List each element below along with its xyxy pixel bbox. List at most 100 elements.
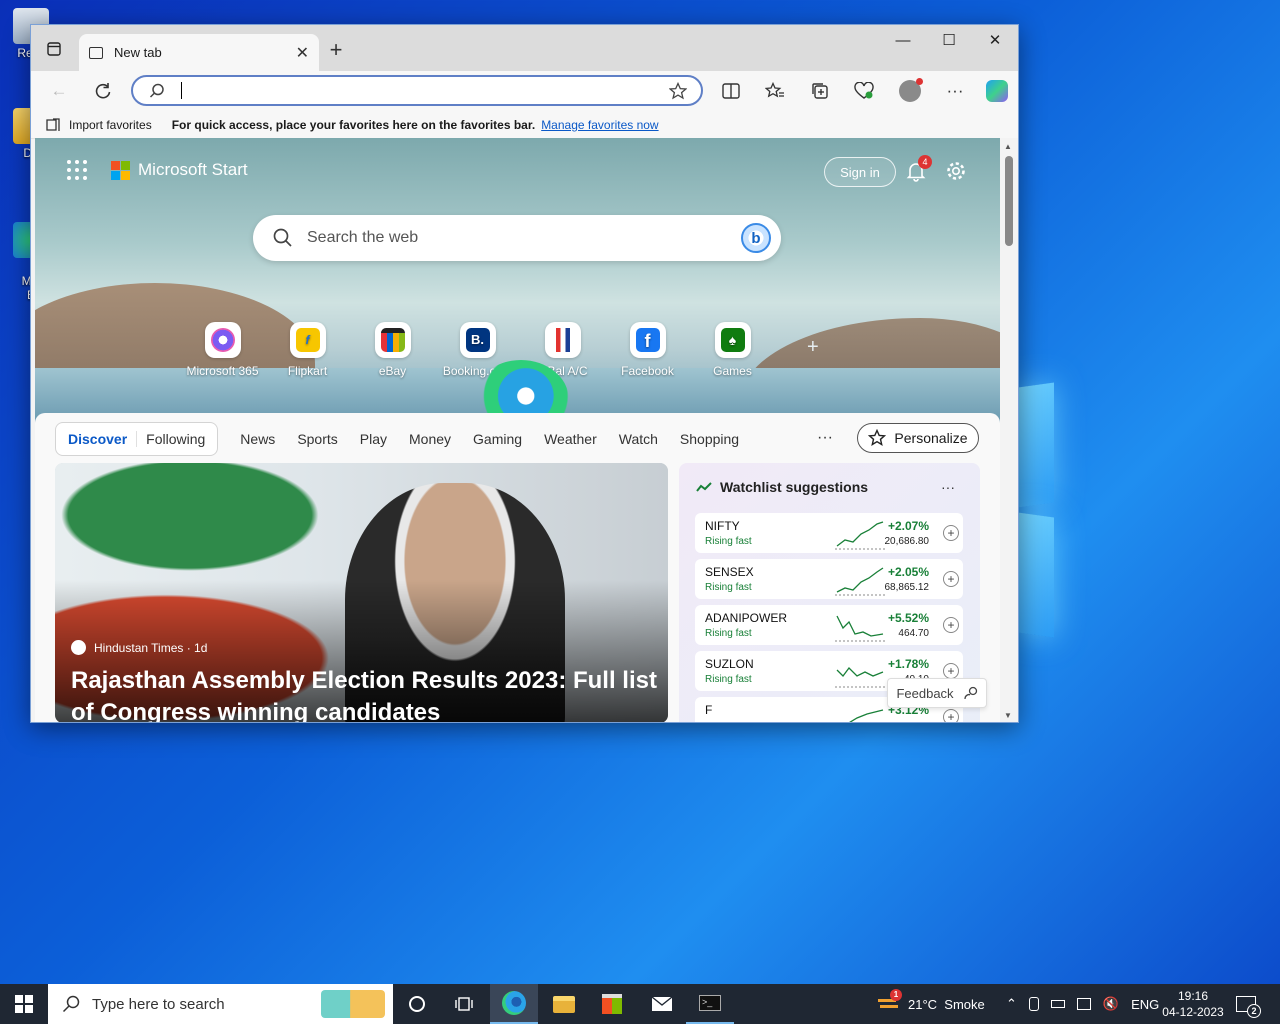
scroll-up-arrow-icon[interactable]: ▲ bbox=[1004, 142, 1012, 151]
favorites-icon bbox=[765, 82, 784, 98]
page-scrollbar[interactable]: ▲ ▼ bbox=[1000, 138, 1018, 722]
quick-link-flipkart[interactable]: f Flipkart bbox=[265, 322, 350, 378]
copilot-icon bbox=[986, 80, 1008, 102]
taskbar-mail[interactable] bbox=[638, 984, 686, 1024]
add-to-watchlist-button[interactable]: + bbox=[943, 571, 959, 587]
personalize-button[interactable]: Personalize bbox=[857, 423, 979, 453]
feedback-button[interactable]: Feedback bbox=[887, 678, 987, 708]
quick-link-games[interactable]: ♠ Games bbox=[690, 322, 775, 378]
weather-widget[interactable]: 1 21°C Smoke bbox=[878, 984, 985, 1024]
browser-essentials-button[interactable] bbox=[850, 77, 878, 105]
story-source: Hindustan Times · 1d bbox=[71, 640, 207, 655]
mail-icon bbox=[651, 996, 673, 1011]
nav-shopping[interactable]: Shopping bbox=[680, 431, 739, 447]
taskbar-terminal[interactable]: >_ bbox=[686, 984, 734, 1024]
stock-status: Rising fast bbox=[705, 628, 752, 639]
manage-favorites-link[interactable]: Manage favorites now bbox=[541, 118, 658, 132]
app-launcher-icon[interactable] bbox=[67, 160, 87, 180]
text-caret bbox=[181, 82, 182, 99]
nav-news[interactable]: News bbox=[240, 431, 275, 447]
favorite-star-icon[interactable] bbox=[669, 82, 687, 100]
feed-nav: Discover Following News Sports Play Mone… bbox=[55, 422, 739, 456]
battery-icon[interactable] bbox=[1050, 1000, 1065, 1008]
nav-sports[interactable]: Sports bbox=[297, 431, 337, 447]
settings-gear-icon[interactable] bbox=[945, 160, 967, 182]
taskbar-edge[interactable] bbox=[490, 984, 538, 1024]
address-bar[interactable] bbox=[131, 75, 703, 106]
watchlist-row[interactable]: SENSEX Rising fast +2.05% 68,865.12 + bbox=[695, 559, 963, 599]
add-to-watchlist-button[interactable]: + bbox=[943, 617, 959, 633]
bank-account-icon bbox=[550, 328, 575, 352]
tab-following[interactable]: Following bbox=[136, 431, 214, 447]
device-icon[interactable] bbox=[1028, 997, 1039, 1011]
tab-actions-icon bbox=[47, 42, 61, 56]
watchlist-more-button[interactable]: ··· bbox=[941, 479, 955, 495]
taskbar-store[interactable] bbox=[588, 984, 636, 1024]
close-window-button[interactable]: ✕ bbox=[972, 25, 1018, 55]
network-icon[interactable] bbox=[1076, 998, 1091, 1010]
nav-gaming[interactable]: Gaming bbox=[473, 431, 522, 447]
top-story-card[interactable]: Hindustan Times · 1d Rajasthan Assembly … bbox=[55, 463, 668, 722]
action-center-button[interactable]: 2 bbox=[1236, 984, 1261, 1024]
stock-status: Rising fast bbox=[705, 674, 752, 685]
refresh-button[interactable] bbox=[89, 77, 117, 105]
settings-more-button[interactable]: ··· bbox=[941, 77, 969, 105]
new-tab-button[interactable]: + bbox=[325, 37, 347, 63]
quick-links: Microsoft 365 f Flipkart eBay B. Booking.c… bbox=[180, 322, 775, 378]
tab-new-tab[interactable]: New tab ✕ bbox=[79, 34, 319, 71]
start-button[interactable] bbox=[0, 984, 48, 1024]
quick-link-ebay[interactable]: eBay bbox=[350, 322, 435, 378]
copilot-button[interactable] bbox=[983, 77, 1011, 105]
nav-money[interactable]: Money bbox=[409, 431, 451, 447]
story-title[interactable]: Rajasthan Assembly Election Results 2023… bbox=[71, 665, 661, 722]
split-screen-button[interactable] bbox=[717, 77, 745, 105]
tab-actions-button[interactable] bbox=[41, 37, 67, 61]
language-indicator[interactable]: ENG bbox=[1131, 997, 1159, 1012]
web-search-box[interactable]: Search the web b bbox=[253, 215, 781, 261]
bing-chat-icon[interactable]: b bbox=[741, 223, 771, 253]
taskbar-file-explorer[interactable] bbox=[540, 984, 588, 1024]
watchlist-row[interactable]: ADANIPOWER Rising fast +5.52% 464.70 + bbox=[695, 605, 963, 645]
stock-price: 464.70 bbox=[898, 628, 929, 639]
scrollbar-thumb[interactable] bbox=[1005, 156, 1013, 246]
add-to-watchlist-button[interactable]: + bbox=[943, 709, 959, 722]
microsoft-365-icon bbox=[210, 328, 235, 352]
nav-weather[interactable]: Weather bbox=[544, 431, 597, 447]
nav-more-button[interactable]: ··· bbox=[817, 429, 833, 447]
task-view-button[interactable] bbox=[440, 984, 488, 1024]
avatar-icon bbox=[899, 78, 923, 102]
clock[interactable]: 19:16 04-12-2023 bbox=[1160, 984, 1226, 1024]
nav-watch[interactable]: Watch bbox=[619, 431, 658, 447]
taskbar-search[interactable]: Type here to search bbox=[48, 984, 393, 1024]
smoke-weather-icon: 1 bbox=[878, 989, 902, 1013]
sign-in-button[interactable]: Sign in bbox=[824, 157, 896, 187]
import-favorites-button[interactable]: Import favorites bbox=[45, 118, 152, 132]
back-button[interactable]: ← bbox=[45, 77, 73, 105]
minimize-button[interactable]: — bbox=[880, 25, 926, 55]
cortana-button[interactable] bbox=[393, 984, 441, 1024]
stock-price: 20,686.80 bbox=[884, 536, 930, 547]
close-tab-icon[interactable]: ✕ bbox=[296, 43, 309, 63]
feed-toggle: Discover Following bbox=[55, 422, 219, 456]
add-shortcut-button[interactable]: + bbox=[807, 336, 819, 359]
import-favorites-icon bbox=[46, 117, 60, 131]
feedback-icon bbox=[963, 686, 977, 700]
watchlist-row[interactable]: NIFTY Rising fast +2.07% 20,686.80 + bbox=[695, 513, 963, 553]
favorites-button[interactable] bbox=[761, 77, 789, 105]
quick-link-microsoft-365[interactable]: Microsoft 365 bbox=[180, 322, 265, 378]
profile-button[interactable] bbox=[896, 77, 924, 105]
microsoft-start-header: Microsoft Start bbox=[67, 160, 248, 180]
new-tab-page: Microsoft Start Sign in 4 Search the web… bbox=[35, 138, 1000, 722]
collections-button[interactable] bbox=[806, 77, 834, 105]
volume-muted-icon[interactable]: 🔇 bbox=[1103, 996, 1119, 1012]
nav-play[interactable]: Play bbox=[360, 431, 387, 447]
add-to-watchlist-button[interactable]: + bbox=[943, 525, 959, 541]
show-hidden-icons-chevron-icon[interactable]: ⌃ bbox=[1006, 996, 1017, 1012]
stock-name: ADANIPOWER bbox=[705, 611, 788, 625]
maximize-button[interactable]: ☐ bbox=[926, 25, 972, 55]
scroll-down-arrow-icon[interactable]: ▼ bbox=[1004, 711, 1012, 720]
quick-link-facebook[interactable]: f Facebook bbox=[605, 322, 690, 378]
quick-link-label: Flipkart bbox=[287, 364, 328, 378]
tab-discover[interactable]: Discover bbox=[59, 431, 136, 447]
add-to-watchlist-button[interactable]: + bbox=[943, 663, 959, 679]
